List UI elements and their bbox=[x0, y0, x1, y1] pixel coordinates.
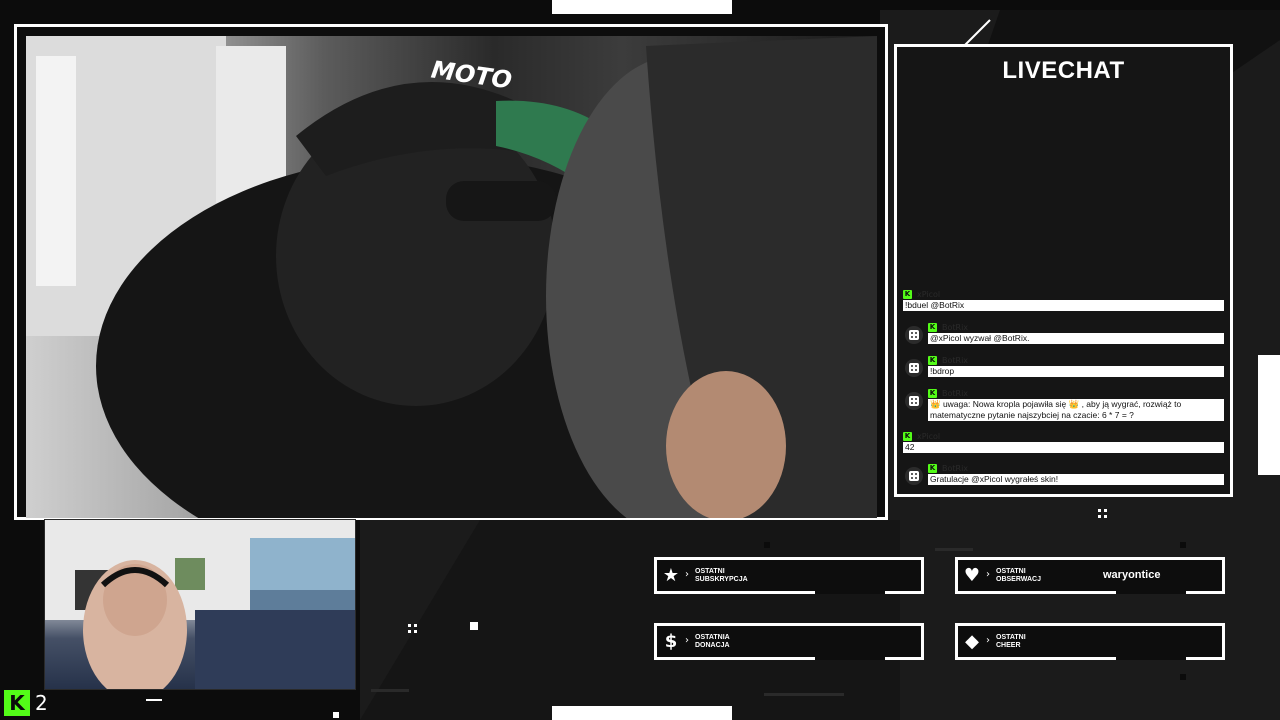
decor-dot bbox=[764, 542, 770, 548]
bot-dice-icon bbox=[905, 359, 923, 377]
chevron-right-icon: › bbox=[685, 569, 689, 580]
kick-viewer-count: K 2 bbox=[4, 690, 48, 716]
kick-badge-icon: K bbox=[928, 388, 937, 398]
stream-overlay: { "chat": { "title": "LIVECHAT", "messag… bbox=[0, 0, 1280, 720]
chat-message: K BotRix 👑 uwaga: Nowa kropla pojawiła si… bbox=[903, 388, 1224, 421]
kick-badge-icon: K bbox=[928, 355, 937, 365]
main-video: MOTO bbox=[26, 36, 877, 518]
last-donation-box: $ › OSTATNIA DONACJA bbox=[654, 623, 924, 660]
chat-message-text: !bdrop bbox=[928, 366, 1224, 377]
kick-badge-icon: K bbox=[928, 322, 937, 332]
last-subscription-box: ★ › OSTATNI SUBSKRYPCJA bbox=[654, 557, 924, 594]
chat-message: K BotRix Gratulacje @xPicol wygrałeś skin… bbox=[903, 463, 1224, 485]
bottom-stripe bbox=[552, 706, 732, 720]
heart-icon: ♥ bbox=[963, 564, 981, 586]
alert-value: waryontice bbox=[1103, 569, 1161, 581]
alert-notch bbox=[1116, 657, 1186, 660]
chat-username[interactable]: BotRix bbox=[942, 323, 968, 332]
alert-label-line2: SUBSKRYPCJA bbox=[695, 576, 748, 583]
top-stripe bbox=[552, 0, 732, 14]
star-icon: ★ bbox=[662, 564, 680, 586]
alert-notch bbox=[815, 591, 885, 594]
last-cheer-box: ◆ › OSTATNI CHEER bbox=[955, 623, 1225, 660]
decor-dash bbox=[935, 548, 973, 551]
kick-logo-icon: K bbox=[4, 690, 30, 716]
alert-label-line1: OSTATNI bbox=[996, 568, 1026, 575]
decor-dot-grid bbox=[408, 624, 418, 634]
chat-username[interactable]: xPicol bbox=[917, 290, 940, 299]
chat-message: KxPicol 42 bbox=[903, 431, 1224, 453]
livechat-panel: LIVECHAT KxPicol !bduel @BotRix K BotRix … bbox=[894, 44, 1233, 497]
chat-message-text: Gratulacje @xPicol wygrałeś skin! bbox=[928, 474, 1224, 485]
alert-label-line2: DONACJA bbox=[695, 642, 730, 649]
chat-message-text: 42 bbox=[903, 442, 1224, 453]
decor-dot bbox=[1180, 674, 1186, 680]
chevron-right-icon: › bbox=[685, 635, 689, 646]
decor-dash bbox=[146, 699, 162, 701]
kick-badge-icon: K bbox=[928, 463, 937, 473]
diamond-icon: ◆ bbox=[965, 630, 979, 652]
last-follower-box: ♥ › OSTATNI OBSERWACJ waryontice bbox=[955, 557, 1225, 594]
alert-label-line1: OSTATNI bbox=[996, 634, 1026, 641]
kick-badge-icon: K bbox=[903, 289, 912, 299]
chat-username[interactable]: xPicol bbox=[917, 432, 940, 441]
decor-square bbox=[470, 622, 478, 630]
decor-dot bbox=[333, 712, 339, 718]
chat-message-text: !bduel @BotRix bbox=[903, 300, 1224, 311]
chat-message: K BotRix !bdrop bbox=[903, 355, 1224, 377]
decor-dot-grid bbox=[1098, 509, 1108, 519]
decor-dash bbox=[371, 689, 409, 692]
alert-label-line1: OSTATNI bbox=[695, 568, 725, 575]
alert-notch bbox=[1116, 591, 1186, 594]
bot-dice-icon bbox=[905, 467, 923, 485]
livechat-title: LIVECHAT bbox=[1002, 57, 1125, 84]
decor-dot bbox=[1180, 542, 1186, 548]
chat-message-text: @xPicol wyzwał @BotRix. bbox=[928, 333, 1224, 344]
chevron-right-icon: › bbox=[986, 635, 990, 646]
alert-label-line2: CHEER bbox=[996, 642, 1021, 649]
chat-username[interactable]: BotRix bbox=[942, 356, 968, 365]
webcam bbox=[44, 519, 356, 690]
chat-message: K BotRix @xPicol wyzwał @BotRix. bbox=[903, 322, 1224, 344]
right-edge-stripe bbox=[1258, 355, 1280, 475]
bot-dice-icon bbox=[905, 392, 923, 410]
chat-username[interactable]: BotRix bbox=[942, 389, 968, 398]
dollar-icon: $ bbox=[664, 630, 678, 652]
decor-dash bbox=[764, 693, 844, 696]
alert-label-line1: OSTATNIA bbox=[695, 634, 730, 641]
chat-username[interactable]: BotRix bbox=[942, 464, 968, 473]
kick-badge-icon: K bbox=[903, 431, 912, 441]
bot-dice-icon bbox=[905, 326, 923, 344]
chat-message-text: 👑 uwaga: Nowa kropla pojawiła się 👑 , ab… bbox=[928, 399, 1224, 421]
main-video-scene bbox=[26, 36, 877, 518]
viewer-count: 2 bbox=[35, 691, 48, 715]
alert-label-line2: OBSERWACJ bbox=[996, 576, 1041, 583]
chevron-right-icon: › bbox=[986, 569, 990, 580]
chat-message: KxPicol !bduel @BotRix bbox=[903, 289, 1224, 311]
alert-notch bbox=[815, 657, 885, 660]
webcam-scene bbox=[45, 520, 355, 689]
